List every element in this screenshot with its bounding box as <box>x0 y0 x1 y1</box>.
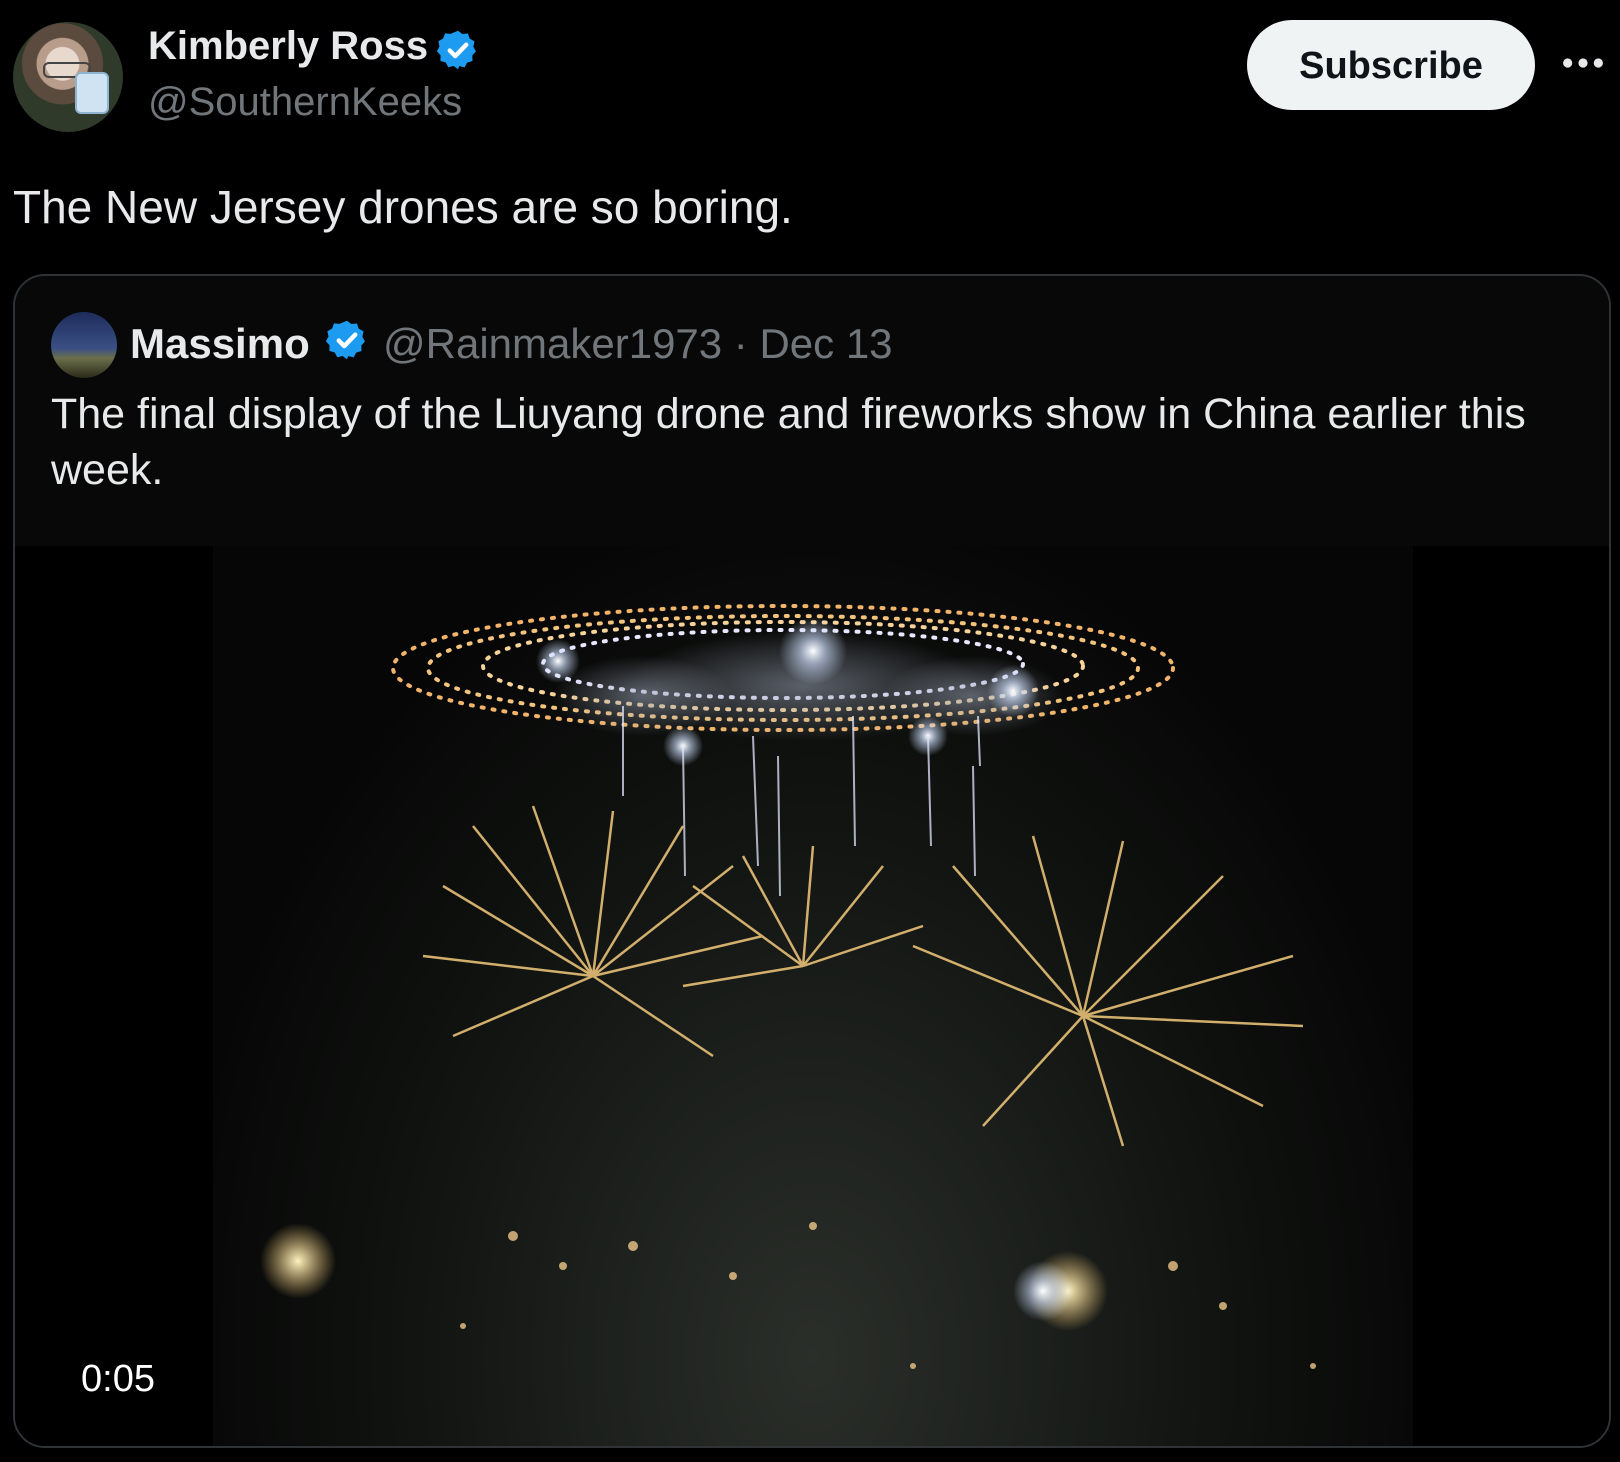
tweet-text: The New Jersey drones are so boring. <box>13 181 793 233</box>
quoted-author-name[interactable]: Massimo <box>130 320 310 368</box>
quoted-author-avatar[interactable] <box>51 312 117 378</box>
subscribe-button[interactable]: Subscribe <box>1247 20 1535 110</box>
more-options-icon[interactable] <box>1560 40 1606 86</box>
quoted-tweet-text: The final display of the Liuyang drone a… <box>51 390 1526 494</box>
author-name[interactable]: Kimberly Ross <box>148 24 428 69</box>
author-avatar[interactable] <box>13 22 123 132</box>
quoted-handle-date[interactable]: @Rainmaker1973 · Dec 13 <box>383 320 893 368</box>
video-player[interactable]: 0:05 <box>15 546 1609 1446</box>
fireworks-video-still <box>260 604 1316 1369</box>
quoted-tweet[interactable]: Massimo @Rainmaker1973 · Dec 13 The fina… <box>13 274 1611 1448</box>
quoted-tweet-header: Massimo @Rainmaker1973 · Dec 13 The fina… <box>15 276 1609 546</box>
video-timestamp: 0:05 <box>67 1352 169 1407</box>
verified-badge-icon <box>436 30 476 70</box>
author-handle[interactable]: @SouthernKeeks <box>148 80 462 125</box>
verified-badge-icon <box>325 320 365 360</box>
video-frame[interactable] <box>213 546 1413 1446</box>
avatar-cup <box>75 72 109 114</box>
